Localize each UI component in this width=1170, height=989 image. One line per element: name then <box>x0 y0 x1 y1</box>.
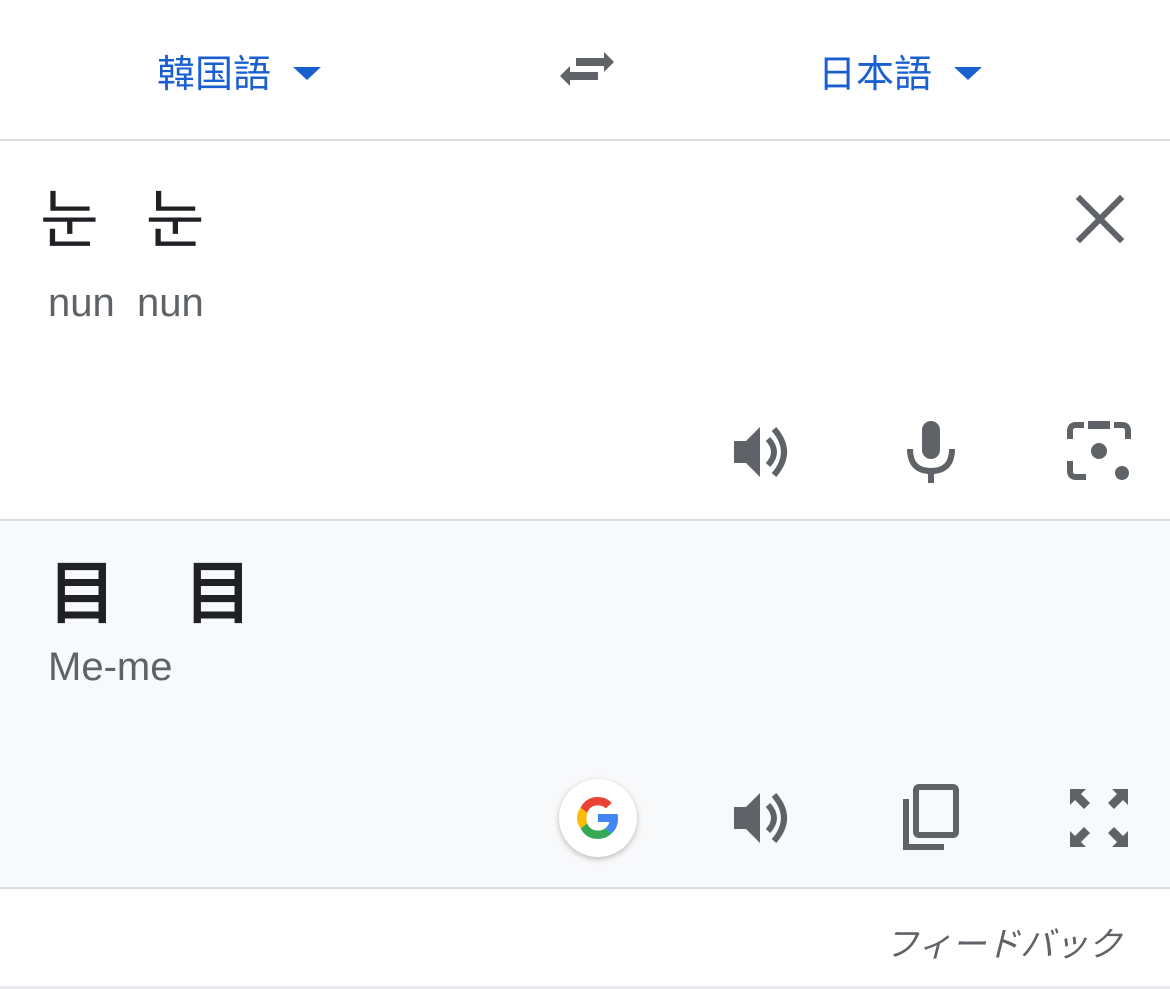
translation-text: 目 目 <box>48 555 253 634</box>
google-logo-icon <box>577 797 618 839</box>
copy-translation-button[interactable] <box>896 783 966 853</box>
camera-lens-icon <box>1067 421 1131 480</box>
source-language-label: 韓国語 <box>157 51 272 96</box>
close-icon <box>1075 194 1125 244</box>
footer: フィードバック <box>0 889 1170 989</box>
translation-romanization: Me-me <box>48 645 173 689</box>
fullscreen-icon <box>1070 789 1128 847</box>
source-romanization: nun nun <box>48 281 204 325</box>
swap-languages-button[interactable] <box>552 42 618 98</box>
fullscreen-button[interactable] <box>1064 783 1134 853</box>
feedback-link[interactable]: フィードバック <box>885 917 1122 966</box>
target-language-selector[interactable]: 日本語 <box>818 42 983 98</box>
source-language-selector[interactable]: 韓国語 <box>157 42 322 98</box>
copy-icon <box>903 784 959 850</box>
language-bar: 韓国語 日本語 <box>0 0 1170 141</box>
translation-panel: 目 目 Me-me <box>0 521 1170 887</box>
source-panel: 눈 눈 nun nun <box>0 141 1170 519</box>
listen-source-button[interactable] <box>728 417 798 487</box>
clear-button[interactable] <box>1072 191 1128 247</box>
speaker-icon <box>734 793 787 843</box>
dropdown-caret-icon <box>293 66 322 80</box>
listen-translation-button[interactable] <box>728 783 798 853</box>
swap-arrows-icon <box>560 52 614 86</box>
camera-input-button[interactable] <box>1064 417 1134 487</box>
microphone-button[interactable] <box>896 417 966 487</box>
target-language-label: 日本語 <box>818 51 933 96</box>
speaker-icon <box>734 427 787 477</box>
google-search-button[interactable] <box>559 779 637 857</box>
dropdown-caret-icon <box>954 66 983 80</box>
microphone-icon <box>907 421 955 483</box>
source-text[interactable]: 눈 눈 <box>40 185 206 257</box>
